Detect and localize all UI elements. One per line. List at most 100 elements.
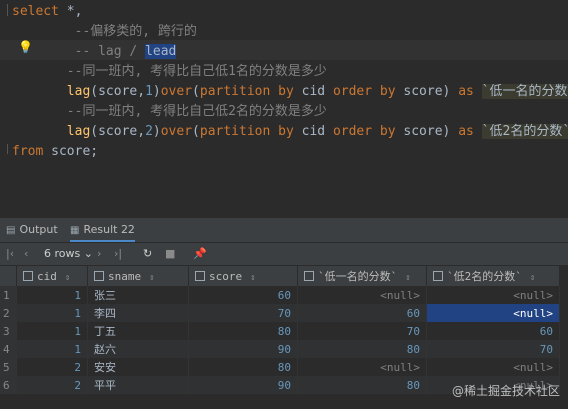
code-line[interactable]: --同一班内, 考得比自己低2名的分数是多少 bbox=[12, 102, 327, 122]
code-line[interactable]: select *, bbox=[12, 2, 82, 22]
table-row[interactable]: 1 1 张三 60 <null> <null> bbox=[0, 286, 560, 304]
table-cell[interactable]: 60 bbox=[426, 322, 560, 340]
table-cell[interactable]: 80 bbox=[297, 376, 427, 394]
tab-output[interactable]: ▤ Output bbox=[6, 218, 58, 242]
table-cell[interactable]: <null> bbox=[297, 358, 427, 376]
column-header-sname[interactable]: sname ⇕ bbox=[87, 266, 189, 286]
prev-page-icon[interactable]: ‹ bbox=[24, 243, 28, 265]
table-cell[interactable]: 60 bbox=[297, 304, 427, 322]
column-icon bbox=[433, 271, 443, 281]
column-header-lag2[interactable]: `低2名的分数` ⇕ bbox=[426, 266, 560, 286]
code-token: as bbox=[458, 84, 474, 99]
next-page-icon[interactable]: › bbox=[97, 243, 101, 265]
table-cell[interactable]: 1 bbox=[16, 322, 88, 340]
sort-icon[interactable]: ⇕ bbox=[405, 273, 410, 283]
code-line[interactable]: -- lag / lead bbox=[12, 42, 177, 62]
table-cell[interactable]: 1 bbox=[16, 340, 88, 358]
code-line[interactable]: lag(score,2)over(partition by cid order … bbox=[12, 122, 568, 142]
code-token: cid bbox=[293, 124, 333, 139]
table-cell[interactable]: 70 bbox=[188, 304, 298, 322]
row-number: 1 bbox=[0, 286, 17, 304]
code-token: partition by bbox=[199, 124, 294, 139]
table-cell[interactable]: <null> bbox=[297, 286, 427, 304]
table-cell[interactable]: 平平 bbox=[87, 376, 189, 394]
refresh-icon[interactable]: ↻ bbox=[143, 243, 152, 265]
code-token: --同一班内, 考得比自己低2名的分数是多少 bbox=[12, 104, 327, 119]
table-cell[interactable]: 2 bbox=[16, 358, 88, 376]
table-row[interactable]: 3 1 丁五 80 70 60 bbox=[0, 322, 560, 340]
code-token: ) bbox=[152, 124, 161, 139]
table-cell[interactable]: 90 bbox=[188, 376, 298, 394]
code-token: lead bbox=[145, 44, 177, 59]
code-token: --偏移类的, 跨行的 bbox=[12, 24, 197, 39]
code-token: lag bbox=[66, 124, 91, 139]
row-number: 6 bbox=[0, 376, 17, 394]
code-token: `低一名的分数` bbox=[481, 84, 568, 99]
table-cell[interactable]: 90 bbox=[188, 340, 298, 358]
row-number: 5 bbox=[0, 358, 17, 376]
column-header-score[interactable]: score ⇕ bbox=[188, 266, 298, 286]
last-page-icon[interactable]: ›| bbox=[114, 243, 122, 265]
code-token: order by bbox=[332, 124, 396, 139]
code-line[interactable]: lag(score,1)over(partition by cid order … bbox=[12, 82, 568, 102]
column-header-lag1[interactable]: `低一名的分数` ⇕ bbox=[297, 266, 427, 286]
table-cell[interactable]: <null> bbox=[426, 286, 560, 304]
table-cell[interactable]: 1 bbox=[16, 286, 88, 304]
row-number-header bbox=[0, 266, 17, 286]
table-row[interactable]: 5 2 安安 80 <null> <null> bbox=[0, 358, 560, 376]
table-cell[interactable]: 80 bbox=[188, 358, 298, 376]
code-token: --同一班内, 考得比自己低1名的分数是多少 bbox=[12, 64, 327, 79]
table-cell[interactable]: 80 bbox=[297, 340, 427, 358]
table-cell[interactable]: 丁五 bbox=[87, 322, 189, 340]
header-row: cid ⇕ sname ⇕ score ⇕ `低一名的分数` ⇕ `低2名的分数` ⇕ bbox=[0, 266, 560, 286]
table-row[interactable]: 4 1 赵六 90 80 70 bbox=[0, 340, 560, 358]
tab-result[interactable]: ▦ Result 22 bbox=[70, 218, 135, 242]
sort-icon[interactable]: ⇕ bbox=[530, 273, 535, 283]
table-cell[interactable]: 80 bbox=[188, 322, 298, 340]
output-icon: ▤ bbox=[6, 225, 16, 236]
sort-icon[interactable]: ⇕ bbox=[250, 273, 255, 283]
table-cell[interactable]: 赵六 bbox=[87, 340, 189, 358]
code-token: `低2名的分数` bbox=[481, 124, 568, 139]
code-token: order by bbox=[332, 84, 396, 99]
code-token: ( bbox=[192, 124, 200, 139]
sort-icon[interactable]: ⇕ bbox=[149, 273, 154, 283]
watermark: @稀土掘金技术社区 bbox=[451, 384, 560, 398]
code-token: cid bbox=[293, 84, 333, 99]
table-cell[interactable]: 李四 bbox=[87, 304, 189, 322]
code-token: from bbox=[12, 144, 44, 159]
first-page-icon[interactable]: |‹ bbox=[6, 243, 14, 265]
code-token: ) bbox=[152, 84, 161, 99]
table-cell[interactable]: 70 bbox=[297, 322, 427, 340]
result-grid[interactable]: cid ⇕ sname ⇕ score ⇕ `低一名的分数` ⇕ `低2名的分数` ⇕ 1… bbox=[0, 266, 568, 409]
sort-icon[interactable]: ⇕ bbox=[65, 273, 70, 283]
table-cell[interactable]: <null> bbox=[426, 304, 560, 322]
table-cell[interactable]: 1 bbox=[16, 304, 88, 322]
column-header-cid[interactable]: cid ⇕ bbox=[16, 266, 88, 286]
code-token: (score, bbox=[90, 84, 146, 99]
code-line[interactable]: --同一班内, 考得比自己低1名的分数是多少 bbox=[12, 62, 327, 82]
table-row[interactable]: 2 1 李四 70 60 <null> bbox=[0, 304, 560, 322]
code-token: 1 bbox=[145, 84, 153, 99]
code-line[interactable]: from score; bbox=[12, 142, 98, 162]
tool-window-tabs: ▤ Output ▦ Result 22 bbox=[0, 218, 568, 243]
code-token: -- lag / bbox=[12, 44, 146, 59]
code-token: over bbox=[160, 84, 193, 99]
code-token: over bbox=[160, 124, 193, 139]
row-number: 2 bbox=[0, 304, 17, 322]
result-toolbar: |‹ ‹ 6 rows ⌄ › ›| ↻ ■ 📌 bbox=[0, 243, 568, 265]
table-cell[interactable]: 60 bbox=[188, 286, 298, 304]
table-cell[interactable]: 2 bbox=[16, 376, 88, 394]
pin-icon[interactable]: 📌 bbox=[193, 243, 207, 265]
code-line[interactable]: --偏移类的, 跨行的 bbox=[12, 22, 197, 42]
sql-editor[interactable]: 💡 select *, --偏移类的, 跨行的 -- lag / lead --… bbox=[0, 0, 568, 196]
table-cell[interactable]: 张三 bbox=[87, 286, 189, 304]
code-token: score; bbox=[43, 144, 99, 159]
stop-icon[interactable]: ■ bbox=[165, 243, 175, 265]
row-count[interactable]: 6 rows ⌄ bbox=[44, 243, 93, 265]
table-cell[interactable]: <null> bbox=[426, 358, 560, 376]
code-token: (score, bbox=[90, 124, 146, 139]
fold-guide bbox=[7, 4, 8, 16]
table-cell[interactable]: 安安 bbox=[87, 358, 189, 376]
table-cell[interactable]: 70 bbox=[426, 340, 560, 358]
